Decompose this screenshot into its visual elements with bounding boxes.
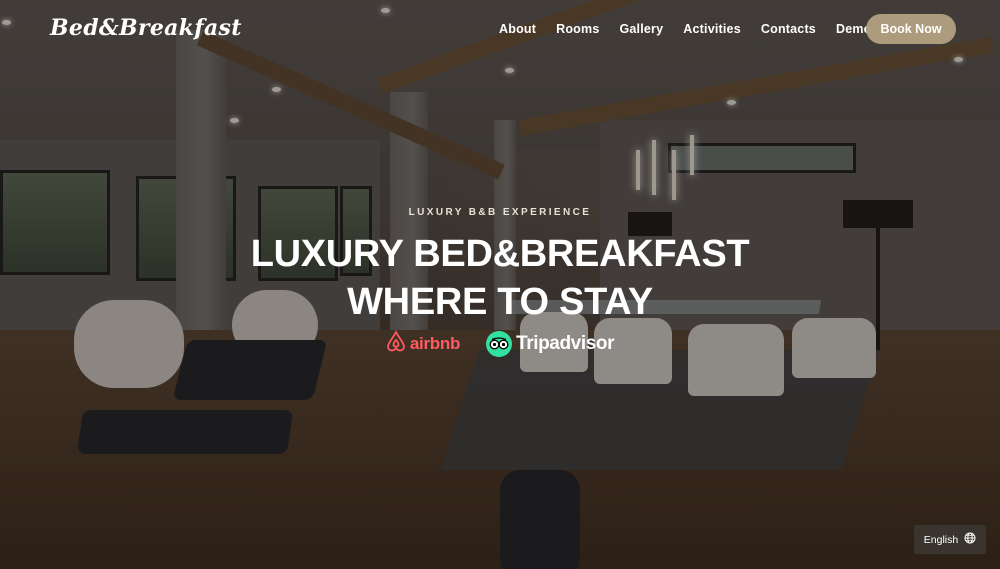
hero-eyebrow: LUXURY B&B EXPERIENCE	[408, 207, 592, 218]
globe-icon	[964, 532, 976, 547]
headline-line-2: WHERE TO STAY	[347, 281, 653, 323]
airbnb-icon	[386, 329, 406, 357]
hero-headline: LUXURY BED&BREAKFAST WHERE TO STAY	[0, 230, 1000, 326]
language-label: English	[923, 533, 959, 546]
nav-contacts[interactable]: Contacts	[761, 22, 816, 36]
tripadvisor-logo[interactable]: Tripadvisor	[486, 330, 615, 357]
nav-about[interactable]: About	[499, 22, 536, 36]
airbnb-logo[interactable]: airbnb	[386, 329, 461, 357]
airbnb-wordmark: airbnb	[409, 333, 461, 353]
main-nav: About Rooms Gallery Activities Contacts …	[499, 22, 899, 36]
language-switcher[interactable]: English	[914, 525, 986, 554]
tripadvisor-owl-icon	[486, 330, 513, 357]
site-logo[interactable]: Bed&Breakfast	[50, 15, 242, 41]
headline-line-1: LUXURY BED&BREAKFAST	[250, 233, 750, 275]
tripadvisor-wordmark: Tripadvisor	[516, 332, 615, 354]
nav-gallery[interactable]: Gallery	[619, 22, 663, 36]
nav-rooms[interactable]: Rooms	[556, 22, 599, 36]
nav-activities[interactable]: Activities	[683, 22, 741, 36]
brand-logos: airbnb Tripadvisor	[0, 329, 1000, 357]
hero-section: Bed&Breakfast About Rooms Gallery Activi…	[0, 0, 1000, 569]
book-now-button[interactable]: Book Now	[866, 14, 956, 44]
